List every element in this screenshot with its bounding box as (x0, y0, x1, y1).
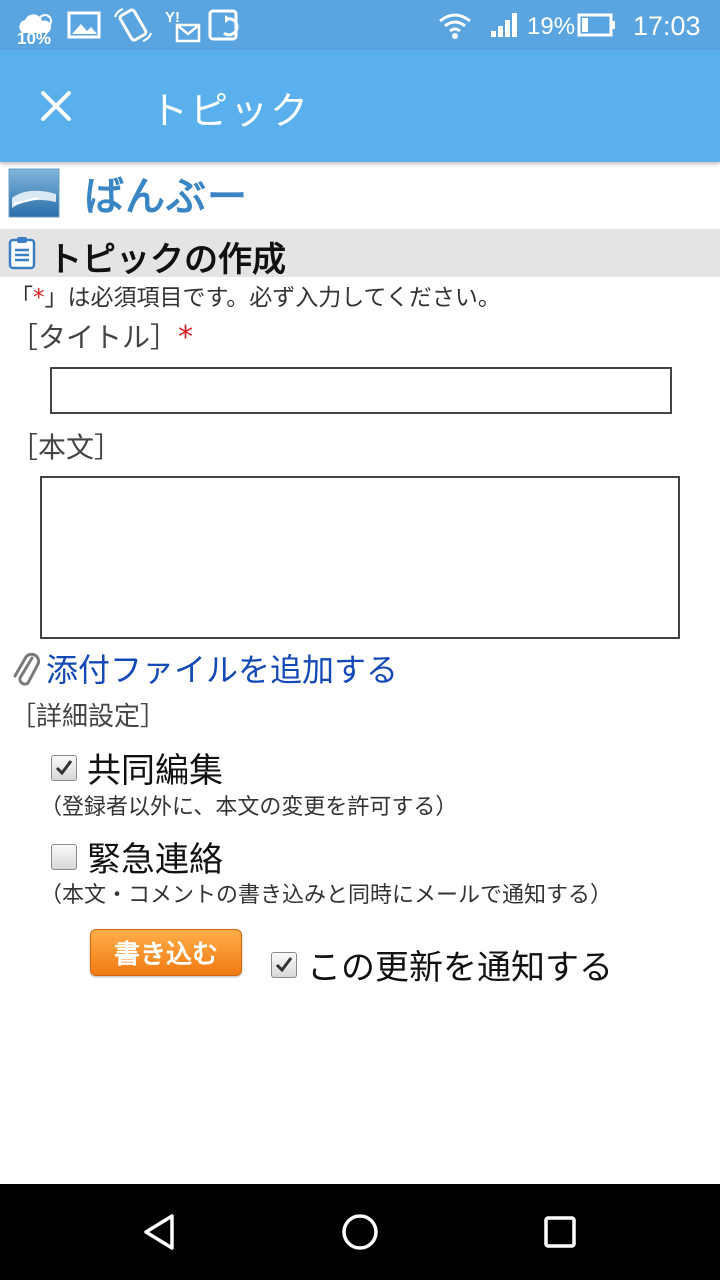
rotate-icon (112, 6, 154, 44)
title-label: ［タイトル］* (10, 320, 194, 355)
required-note: 「*」は必須項目です。必ず入力してください。 (10, 285, 501, 311)
battery-percent: 19% (527, 13, 576, 40)
paperclip-icon (13, 652, 41, 686)
add-attachment-label: 添付ファイルを追加する (46, 651, 399, 689)
svg-text:Y!: Y! (165, 9, 180, 26)
app-bar: トピック (0, 50, 720, 162)
clipboard-icon (8, 237, 36, 270)
weather-percent: 10% (17, 29, 52, 48)
submit-button[interactable]: 書き込む (90, 929, 242, 976)
close-button[interactable] (26, 76, 86, 136)
home-button[interactable] (330, 1202, 390, 1262)
checkmark-icon (55, 759, 73, 775)
notify-update-option[interactable]: この更新を通知する (271, 940, 613, 989)
body-textarea[interactable] (40, 476, 680, 639)
page-title: トピックの作成 (48, 240, 286, 280)
required-mark: * (178, 320, 194, 355)
title-input[interactable] (50, 367, 672, 414)
recents-button[interactable] (530, 1202, 590, 1262)
group-header[interactable]: ばんぶー (8, 166, 248, 220)
home-circle-icon (342, 1214, 378, 1250)
clock: 17:03 (633, 11, 701, 41)
battery-icon (576, 6, 618, 44)
advanced-settings-label: ［詳細設定］ (10, 702, 167, 732)
navigation-bar (0, 1184, 720, 1280)
status-bar: 10% Y! 19% 17:03 (0, 0, 720, 50)
section-header: トピックの作成 (0, 229, 720, 280)
add-attachment-link[interactable]: 添付ファイルを追加する (10, 645, 398, 691)
urgent-notice-label: 緊急連絡 (87, 840, 223, 880)
image-icon (66, 6, 102, 44)
collaborative-edit-label: 共同編集 (87, 751, 223, 791)
group-logo-icon (8, 168, 60, 218)
urgent-notice-hint: （本文・コメントの書き込みと同時にメールで通知する） (40, 883, 613, 908)
urgent-notice-checkbox[interactable] (51, 843, 77, 870)
sync-icon (206, 6, 250, 44)
yahoo-mail-icon: Y! (162, 6, 202, 44)
urgent-notice-option[interactable]: 緊急連絡 (51, 832, 223, 881)
back-triangle-icon (144, 1214, 174, 1250)
wifi-icon (437, 6, 473, 44)
close-icon (41, 91, 71, 121)
signal-icon (488, 6, 522, 44)
notify-update-label: この更新を通知する (307, 948, 613, 988)
collaborative-edit-option[interactable]: 共同編集 (51, 743, 223, 792)
app-title: トピック (150, 89, 311, 133)
required-mark: * (33, 285, 45, 311)
recents-square-icon (544, 1216, 576, 1248)
body-label: ［本文］ (10, 431, 123, 464)
collaborative-edit-hint: （登録者以外に、本文の変更を許可する） (40, 795, 458, 820)
checkmark-icon (275, 956, 293, 972)
group-name: ばんぶー (84, 174, 248, 220)
notify-update-checkbox[interactable] (271, 951, 297, 978)
collaborative-edit-checkbox[interactable] (51, 754, 77, 781)
back-button[interactable] (130, 1202, 190, 1262)
